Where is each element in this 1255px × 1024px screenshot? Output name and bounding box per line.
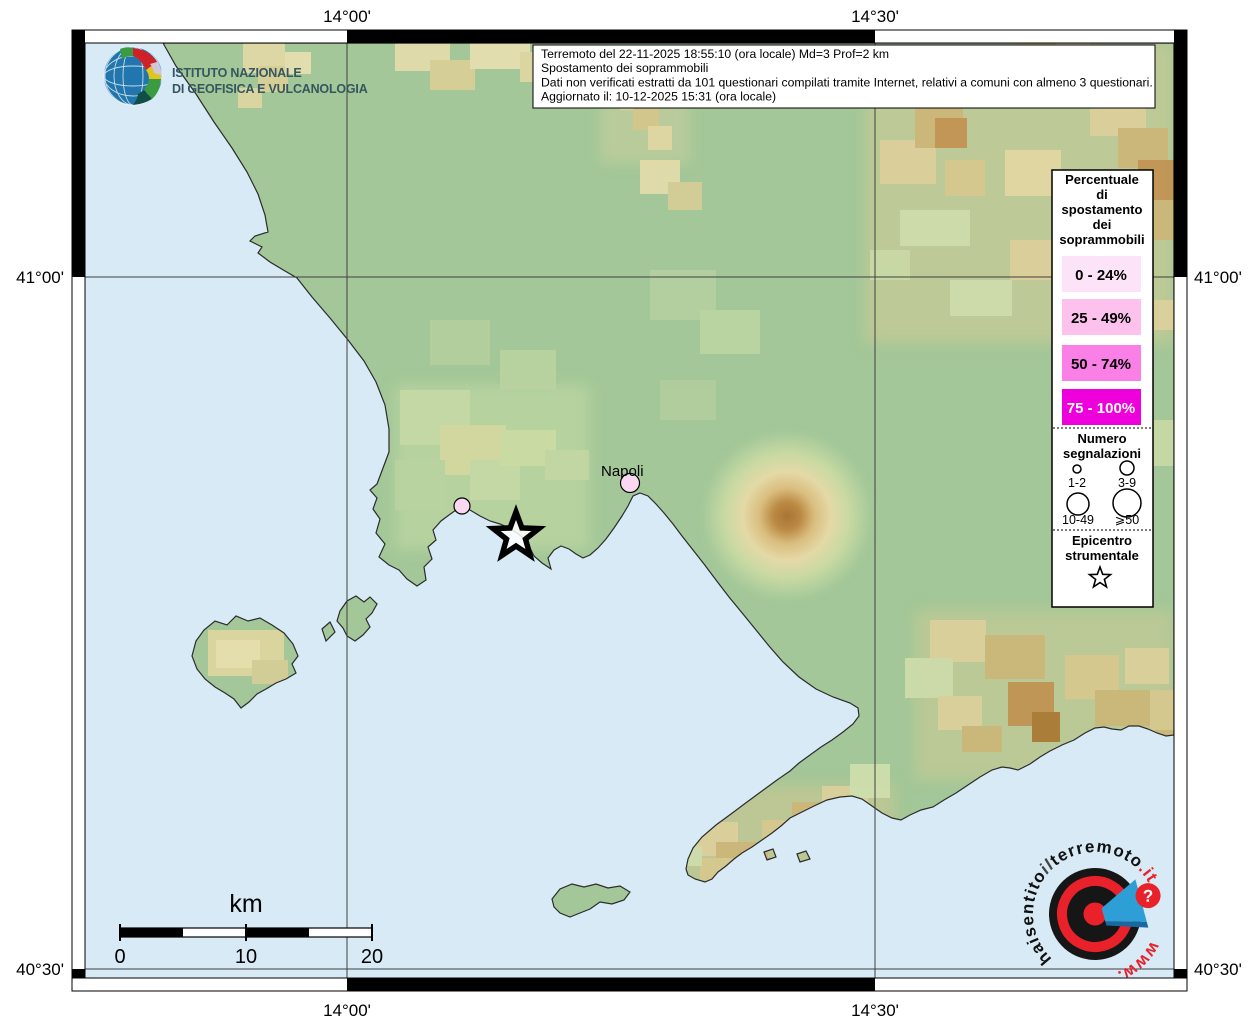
lon-label-bottom-left: 14°00' xyxy=(323,1001,371,1020)
scale-tick-0: 0 xyxy=(114,946,125,968)
legend-epicenter-title: strumentale xyxy=(1065,548,1139,563)
legend-swatch-label: 25 - 49% xyxy=(1071,310,1131,327)
scale-unit: km xyxy=(229,890,262,918)
lon-label-top-left: 14°00' xyxy=(323,7,371,26)
lon-label-bottom-right: 14°30' xyxy=(851,1001,899,1020)
size-dot-10-49 xyxy=(1067,493,1089,515)
legend-swatch-label: 75 - 100% xyxy=(1067,400,1135,417)
question-mark: ? xyxy=(1143,887,1154,906)
legend-swatch-label: 50 - 74% xyxy=(1071,356,1131,373)
lat-label-right-top: 41°00' xyxy=(1194,268,1242,287)
legend-title-line: soprammobili xyxy=(1059,232,1144,247)
lat-label-left-bottom: 40°30' xyxy=(16,960,64,979)
scale-tick-20: 20 xyxy=(361,946,383,968)
ingv-name-line2: DI GEOFISICA E VULCANOLOGIA xyxy=(172,82,368,96)
size-dot-3-9 xyxy=(1120,461,1134,475)
scale-tick-10: 10 xyxy=(235,946,257,968)
size-label: ⩾50 xyxy=(1115,513,1139,527)
report-dot-pozzuoli xyxy=(454,498,470,514)
map-figure: km 0 10 20 Napoli ? haisentitoilterremot… xyxy=(0,0,1255,1024)
legend-epicenter-title: Epicentro xyxy=(1072,533,1132,548)
size-label: 10-49 xyxy=(1062,513,1094,527)
city-label: Napoli xyxy=(601,463,644,480)
size-dot-1-2 xyxy=(1073,465,1081,473)
lat-label-right-bottom: 40°30' xyxy=(1194,960,1242,979)
legend-title-line: dei xyxy=(1093,217,1112,232)
legend-reports-title: segnalazioni xyxy=(1063,446,1141,461)
lat-label-left-top: 41°00' xyxy=(16,268,64,287)
ingv-name-line1: ISTITUTO NAZIONALE xyxy=(172,66,302,80)
legend-swatch-label: 0 - 24% xyxy=(1075,267,1127,284)
info-line-effect: Spostamento dei soprammobili xyxy=(541,61,708,75)
legend: Percentuale di spostamento dei soprammob… xyxy=(1052,170,1153,607)
macroseismic-map-page: km 0 10 20 Napoli ? haisentitoilterremot… xyxy=(0,0,1255,1024)
size-label: 1-2 xyxy=(1068,476,1086,490)
legend-reports-title: Numero xyxy=(1077,431,1126,446)
vesuvius-relief xyxy=(695,424,879,608)
info-line-updated: Aggiornato il: 10-12-2025 15:31 (ora loc… xyxy=(541,90,776,104)
legend-title-line: spostamento xyxy=(1062,202,1143,217)
info-line-source: Dati non verificati estratti da 101 ques… xyxy=(541,76,1153,90)
lon-label-top-right: 14°30' xyxy=(851,7,899,26)
info-box: Terremoto del 22-11-2025 18:55:10 (ora l… xyxy=(533,45,1155,108)
legend-title-line: Percentuale xyxy=(1065,172,1139,187)
size-label: 3-9 xyxy=(1118,476,1136,490)
legend-title-line: di xyxy=(1096,187,1108,202)
info-line-event: Terremoto del 22-11-2025 18:55:10 (ora l… xyxy=(541,47,889,61)
